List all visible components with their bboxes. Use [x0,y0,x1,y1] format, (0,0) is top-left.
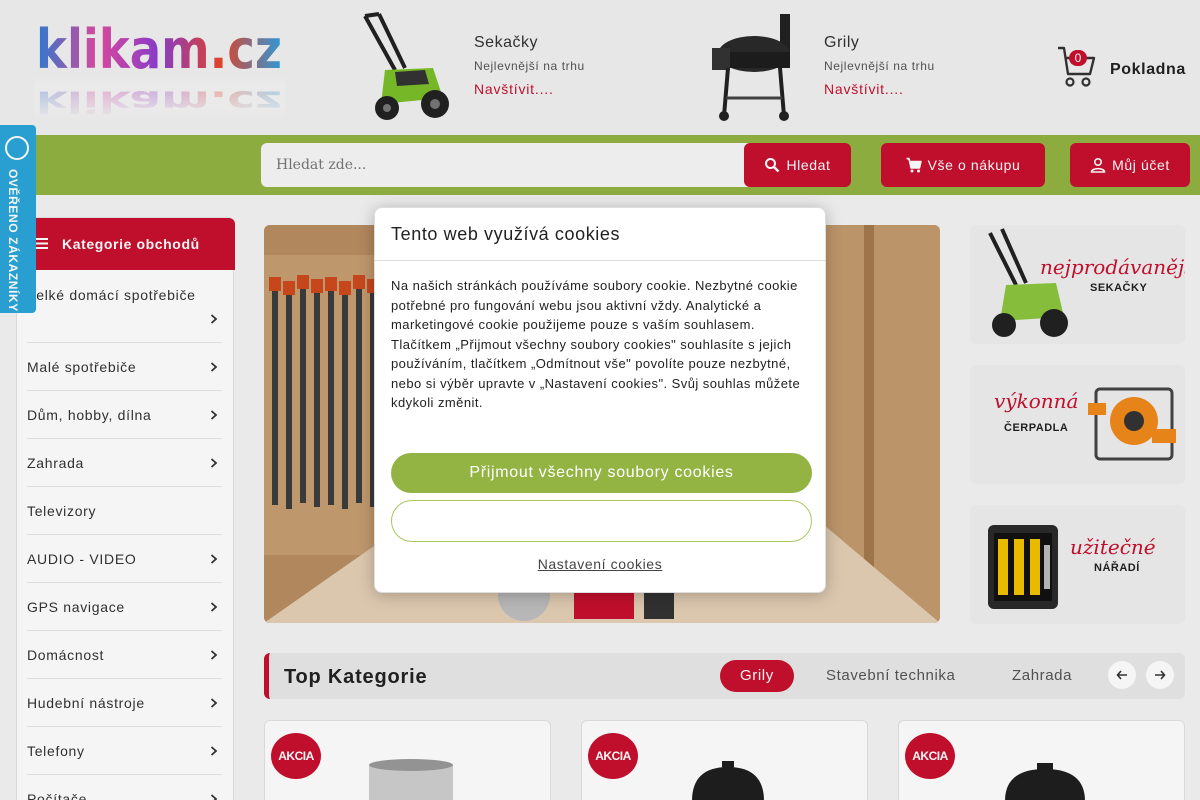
divider [375,260,825,261]
cookie-settings-link[interactable]: Nastavení cookies [375,556,825,572]
cookie-dialog-text: Na našich stránkách používáme soubory co… [391,278,801,410]
cookie-consent-dialog: Tento web využívá cookies Na našich strá… [374,207,826,593]
reject-all-cookies-button[interactable] [391,500,812,542]
cookie-dialog-title: Tento web využívá cookies [391,224,621,244]
accept-all-cookies-button[interactable]: Přijmout všechny soubory cookies [391,453,812,493]
